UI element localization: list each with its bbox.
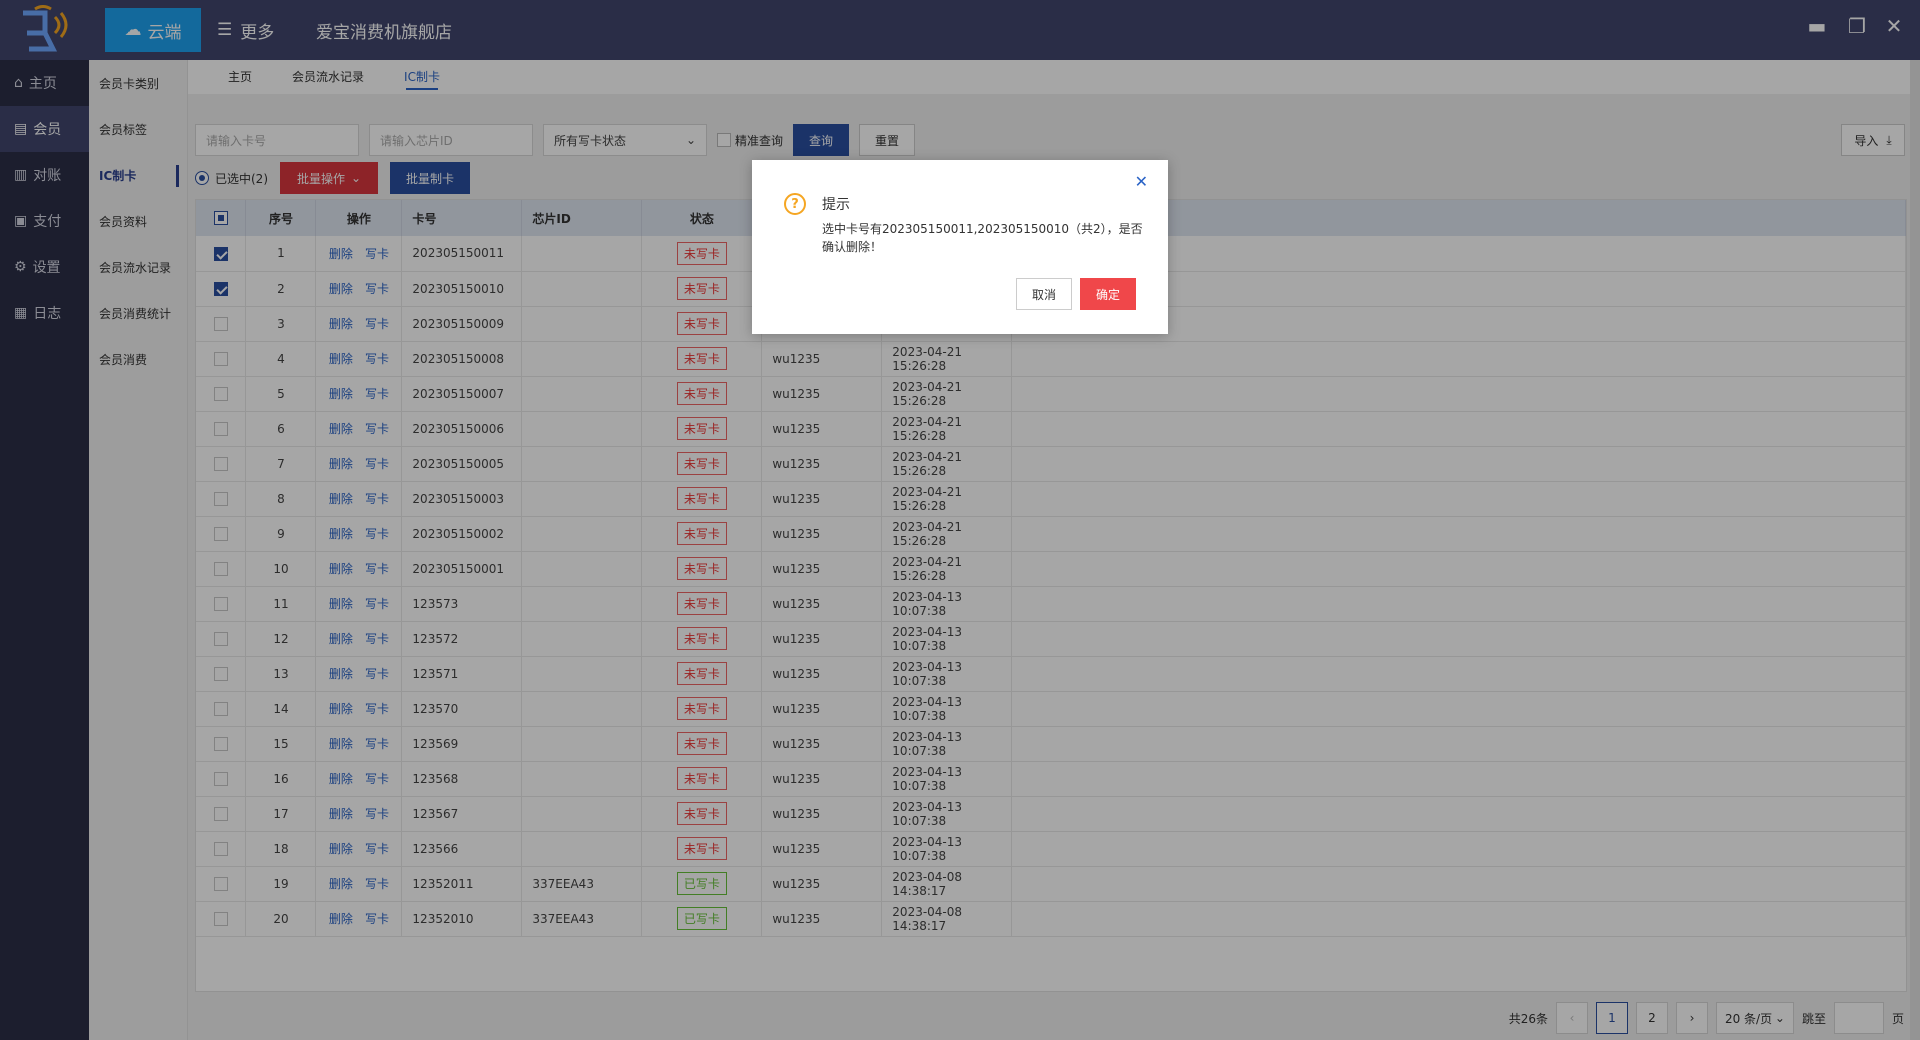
close-icon[interactable]: ✕ <box>1135 172 1148 191</box>
modal-overlay[interactable] <box>0 0 1920 1040</box>
confirm-button[interactable]: 确定 <box>1080 278 1136 310</box>
confirm-delete-dialog: ✕ ? 提示 选中卡号有202305150011,202305150010（共2… <box>752 160 1168 334</box>
cancel-button[interactable]: 取消 <box>1016 278 1072 310</box>
dialog-message: 选中卡号有202305150011,202305150010（共2），是否确认删… <box>822 222 1143 254</box>
dialog-title: 提示 <box>822 197 850 213</box>
warning-icon: ? <box>784 193 806 215</box>
